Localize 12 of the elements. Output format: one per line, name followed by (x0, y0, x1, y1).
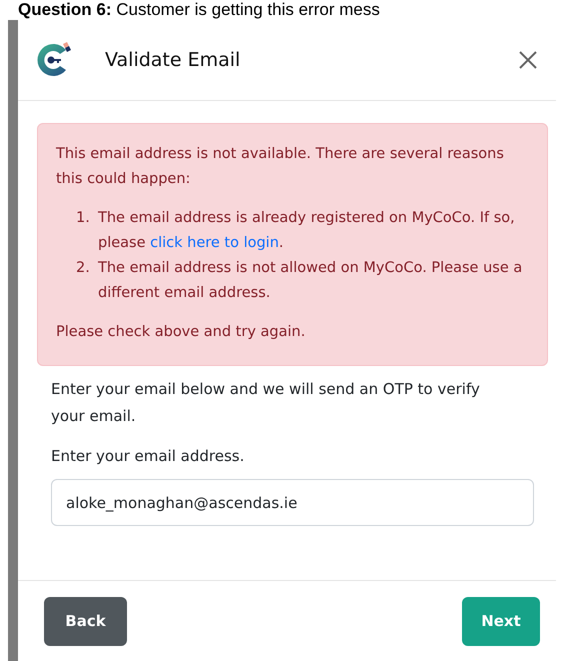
email-input-field[interactable]: aloke_monaghan@ascendas.ie (51, 479, 534, 526)
alert-message: This email address is not available. There are several reasons this could happen: (56, 145, 505, 189)
alert-message: Please check above and try again. (56, 323, 306, 342)
question-heading: Question 6: Customer is getting this error mess (18, 0, 380, 20)
list-number: 1. (76, 209, 91, 228)
instruction-text: Enter your email below and we will send an OTP to verify your email. (51, 379, 481, 427)
dialog-title: Validate Email (105, 49, 242, 71)
reason-text: The email address is not allowed on MyCoCo. Please use a different email address. (98, 259, 524, 303)
reason-text: The email address is already registered on MyCoCo. If so, please click here to login. (98, 209, 516, 253)
back-button[interactable]: Back (44, 596, 127, 646)
email-label: Enter your email address. (51, 446, 246, 467)
list-number: 2. (76, 259, 91, 278)
